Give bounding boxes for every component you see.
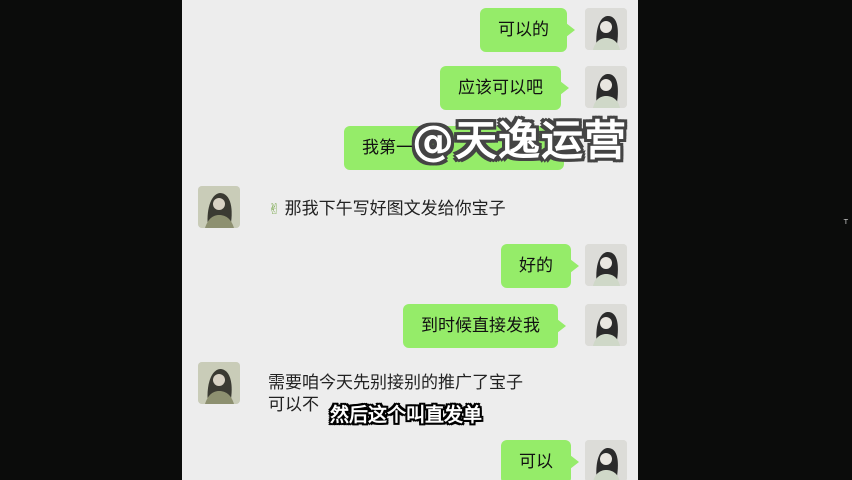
portrait-icon [585, 440, 627, 480]
message-line: 需要咱今天先别接别的推广了宝子 [268, 373, 523, 393]
video-subtitle: 然后这个叫直发单 [330, 404, 483, 426]
message-text-incoming[interactable]: ✌ 那我下午写好图文发给你宝子 [268, 198, 506, 220]
message-text: 可以 [519, 452, 553, 472]
message-bubble-outgoing[interactable]: 应该可以吧 [440, 66, 569, 110]
contact-avatar[interactable] [198, 186, 240, 228]
portrait-icon [585, 244, 627, 286]
left-black-panel [0, 0, 182, 480]
portrait-icon [585, 8, 627, 50]
message-bubble-outgoing[interactable]: 到时候直接发我 [403, 304, 566, 348]
self-avatar[interactable] [585, 304, 627, 346]
side-mark: T [843, 218, 848, 226]
self-avatar[interactable] [585, 8, 627, 50]
message-text: 那我下午写好图文发给你宝子 [284, 199, 506, 219]
portrait-icon [198, 362, 240, 404]
message-bubble-outgoing[interactable]: 可以 [501, 440, 579, 480]
self-avatar[interactable] [585, 440, 627, 480]
message-text: 我第一 [362, 138, 413, 158]
portrait-icon [585, 66, 627, 108]
self-avatar[interactable] [585, 244, 627, 286]
self-avatar[interactable] [585, 66, 627, 108]
message-bubble-outgoing[interactable]: 可以的 [480, 8, 575, 52]
message-text: 可以的 [498, 20, 549, 40]
message-text: 到时候直接发我 [421, 316, 540, 336]
contact-avatar[interactable] [198, 362, 240, 404]
victory-hand-icon: ✌ [268, 200, 281, 218]
message-bubble-outgoing[interactable]: 好的 [501, 244, 579, 288]
watermark-text: @天逸运营 [412, 116, 628, 165]
message-text: 应该可以吧 [458, 78, 543, 98]
portrait-icon [585, 304, 627, 346]
right-black-panel: T [638, 0, 852, 480]
portrait-icon [198, 186, 240, 228]
message-text: 好的 [519, 256, 553, 276]
